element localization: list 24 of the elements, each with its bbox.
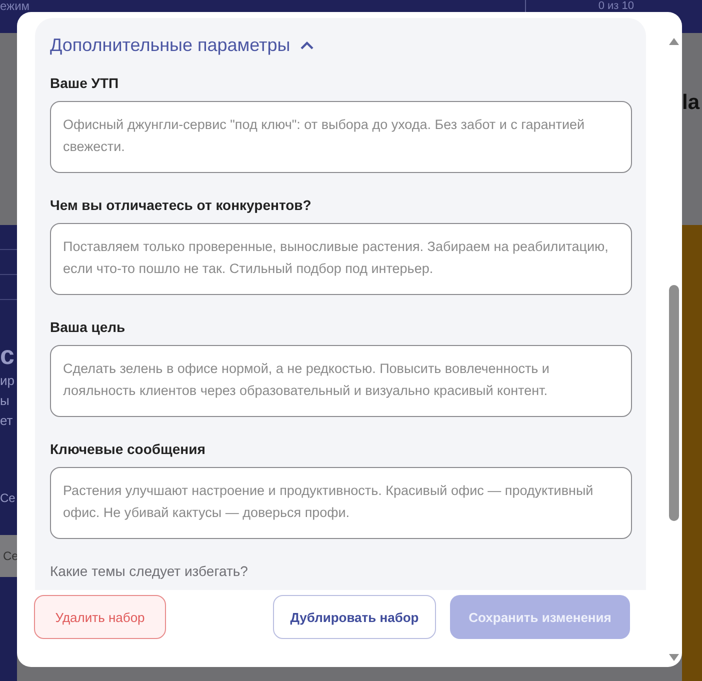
field-label: Ключевые сообщения bbox=[50, 440, 206, 458]
side-button[interactable]: Се bbox=[0, 535, 17, 577]
heading-fragment: la bbox=[682, 91, 700, 116]
delete-button[interactable]: Удалить набор bbox=[34, 595, 166, 639]
field-label: Чем вы отличаетесь от конкурентов? bbox=[50, 196, 312, 214]
field-label: Какие темы следует избегать? bbox=[50, 562, 248, 580]
text-area[interactable]: Сделать зелень в офисе нормой, а не редкостью. Повысить вовлеченность и лояльность клиентов через образовательный и визуально красивый контент. bbox=[50, 345, 632, 417]
section-title[interactable]: Дополнительные параметры bbox=[50, 34, 290, 56]
text-fragment: ет bbox=[0, 412, 14, 430]
field-label: Ваша цель bbox=[50, 318, 126, 336]
text-fragment: ир bbox=[0, 372, 16, 390]
scrollbar-thumb[interactable] bbox=[668, 285, 678, 521]
text-area[interactable]: Поставляем только проверенные, выносливые растения. Забираем на реабилитацию, если что-то пошло не так. Стильный подбор под интерьер. bbox=[50, 223, 632, 295]
text-area[interactable]: Офисный джунгли-сервис "под ключ": от выбора до ухода. Без забот и с гарантией свежести. bbox=[50, 101, 632, 173]
heading-fragment: с bbox=[0, 340, 16, 371]
field-label: Ваше УТП bbox=[50, 74, 120, 92]
duplicate-button[interactable]: Дублировать набор bbox=[273, 595, 436, 639]
scroll-up-icon[interactable] bbox=[668, 38, 678, 45]
chevron-up-icon[interactable] bbox=[300, 40, 314, 50]
text-area[interactable]: Растения улучшают настроение и продуктивность. Красивый офис — продуктивный офис. Не убивай кактусы — доверься профи. bbox=[50, 467, 632, 539]
menu-item[interactable]: Се bbox=[0, 491, 17, 505]
scroll-down-icon[interactable] bbox=[668, 654, 678, 661]
header-text: ежим bbox=[0, 0, 30, 12]
text-fragment: ы bbox=[0, 392, 10, 410]
